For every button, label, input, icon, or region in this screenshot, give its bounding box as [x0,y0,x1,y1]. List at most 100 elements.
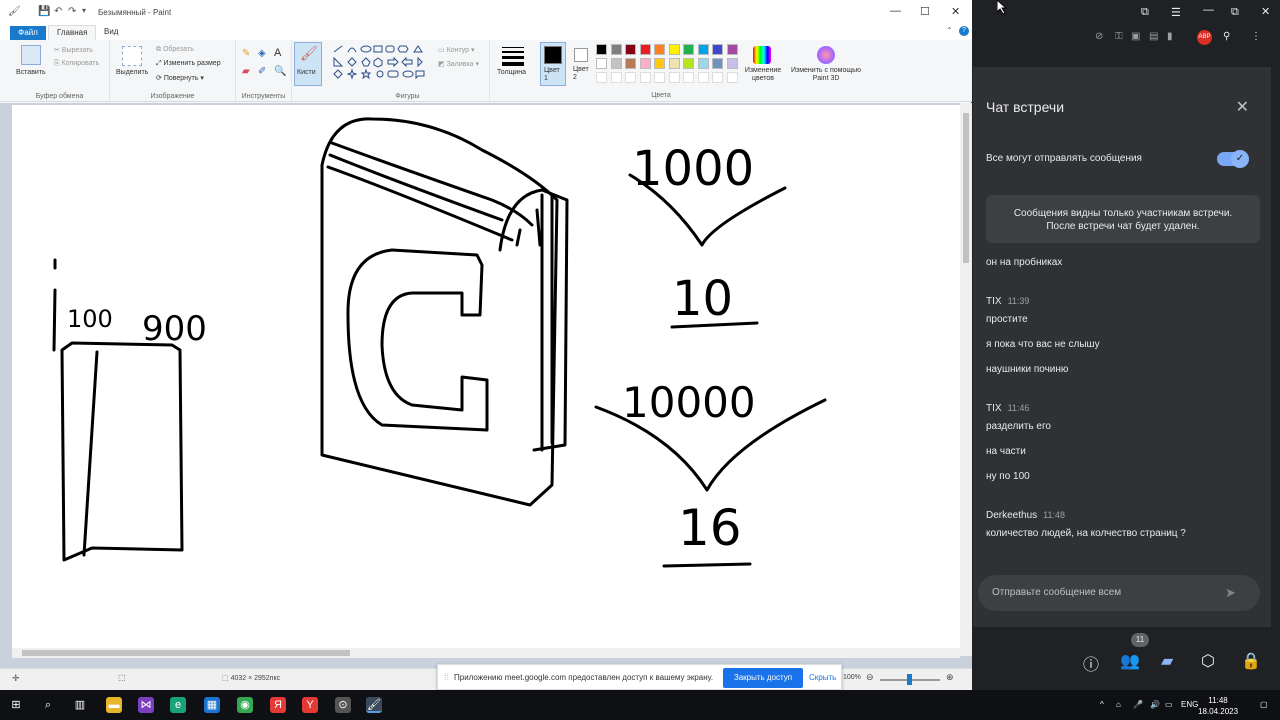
task-view-icon[interactable]: ▥ [72,697,88,713]
zoom-in-icon[interactable]: ⊕ [946,672,954,683]
custom-swatch[interactable] [639,72,651,83]
edit-colors-button[interactable]: Изменение цветов [742,44,784,88]
save-icon[interactable]: 💾 [38,6,50,17]
chrome-icon[interactable]: ◉ [237,697,253,713]
custom-swatch[interactable] [697,72,709,83]
help-icon[interactable]: ? [959,26,969,36]
camera-icon[interactable]: ▣ [1131,31,1140,42]
palette-swatch[interactable] [712,44,723,55]
palette-swatch[interactable] [625,44,636,55]
custom-swatch[interactable] [683,72,694,83]
drag-handle-icon[interactable]: ⁞⁞ [444,672,449,682]
vertical-scroll-thumb[interactable] [963,113,969,263]
paste-icon[interactable] [21,45,41,65]
close-button[interactable]: ✕ [951,5,960,18]
edge-icon[interactable]: e [170,697,186,713]
redo-icon[interactable]: ↷ [68,6,76,17]
palette-swatch[interactable] [625,58,636,69]
allow-messages-toggle[interactable]: ✓ [1217,150,1249,168]
palette-swatch[interactable] [654,44,665,55]
palette-swatch[interactable] [668,44,680,55]
tab-home[interactable]: Главная [48,25,97,40]
tab-file[interactable]: Файл [10,26,46,40]
rotate-button[interactable]: ⟳ Повернуть ▾ [156,74,204,82]
text-icon[interactable]: A [274,47,281,59]
custom-swatch[interactable] [654,72,665,83]
horizontal-scroll-thumb[interactable] [22,650,350,656]
undo-icon[interactable]: ↶ [54,6,62,17]
custom-swatch[interactable] [610,72,622,83]
color2-button[interactable]: Цвет 2 [570,42,596,86]
palette-swatch[interactable] [596,44,607,55]
palette-swatch[interactable] [610,44,622,55]
palette-swatch[interactable] [726,44,738,55]
minimize-browser-icon[interactable]: — [1203,4,1214,16]
comment-icon[interactable]: ▤ [1149,31,1158,42]
people-icon[interactable]: 👥 [1120,651,1140,671]
search-icon[interactable]: ⌕ [40,697,56,713]
display-icon[interactable]: ▭ [1165,700,1173,709]
store-icon[interactable]: ▦ [204,697,220,713]
palette-swatch[interactable] [654,58,665,69]
color1-button[interactable]: Цвет 1 [540,42,566,86]
pencil-icon[interactable]: ✎ [242,48,250,59]
palette-swatch[interactable] [610,58,622,69]
zoom-out-icon[interactable]: ⊖ [866,672,874,683]
send-icon[interactable]: ➤ [1225,585,1236,601]
bookmark-icon[interactable]: ▮ [1167,31,1173,42]
lens-icon[interactable]: ⊘ [1095,31,1103,42]
hide-button[interactable]: Скрыть [809,673,836,682]
resize-button[interactable]: ⤢ Изменить размер [156,60,221,68]
palette-swatch[interactable] [697,58,709,69]
fill-button[interactable]: ◩ Заливка ▾ [438,60,479,68]
more-icon[interactable]: ⋮ [1251,31,1261,42]
collapse-ribbon-icon[interactable]: ⌃ [946,26,953,35]
restore-browser-icon[interactable]: ⧉ [1141,6,1149,19]
adblock-icon[interactable]: ABP [1197,30,1212,45]
color-picker-icon[interactable]: ✐ [258,66,266,77]
palette-swatch[interactable] [639,44,651,55]
microphone-icon[interactable]: 🎤 [1133,700,1143,709]
stop-sharing-button[interactable]: Закрыть доступ [723,668,803,688]
palette-swatch[interactable] [726,58,738,69]
yandex-browser-icon[interactable]: Y [302,697,318,713]
activities-icon[interactable]: ⬡ [1201,651,1215,671]
extensions-icon[interactable]: ⚲ [1223,31,1230,42]
shapes-gallery[interactable] [330,44,430,84]
paint-taskbar-icon[interactable]: 🖌 [366,697,382,713]
menu-icon[interactable]: ☰ [1171,6,1181,19]
drawing-canvas[interactable]: 100 900 1000 10 10000 16 [12,105,960,657]
palette-swatch[interactable] [683,58,694,69]
vertical-scrollbar[interactable] [960,103,972,656]
outline-button[interactable]: ▭ Контур ▾ [438,46,474,54]
close-chat-icon[interactable]: ✕ [1236,97,1249,117]
maximize-button[interactable]: ☐ [920,5,930,18]
steam-icon[interactable]: ⊙ [335,697,351,713]
horizontal-scrollbar[interactable] [12,648,960,658]
palette-swatch[interactable] [668,58,680,69]
paint3d-button[interactable]: Изменить с помощью Paint 3D [790,44,862,88]
file-explorer-icon[interactable]: ▬ [106,697,122,713]
chat-icon[interactable]: ▰ [1161,651,1173,671]
notifications-icon[interactable]: ▢ [1260,700,1268,709]
brushes-button[interactable]: 🖌 Кисти [294,42,322,86]
zoom-slider-thumb[interactable] [907,674,912,685]
cut-button[interactable]: ✂ Вырезать [54,46,93,54]
fill-icon[interactable]: ◈ [258,48,266,59]
palette-swatch[interactable] [683,44,694,55]
host-controls-icon[interactable]: 🔒 [1241,651,1261,671]
custom-swatch[interactable] [625,72,636,83]
tray-overflow-icon[interactable]: ^ [1100,700,1104,709]
palette-swatch[interactable] [596,58,607,69]
palette-swatch[interactable] [712,58,723,69]
yandex-icon[interactable]: Я [270,697,286,713]
custom-swatch[interactable] [668,72,680,83]
key-icon[interactable]: ⚿ [1115,31,1123,42]
copy-button[interactable]: ⎘ Копировать [54,60,99,68]
custom-swatch[interactable] [712,72,723,83]
palette-swatch[interactable] [697,44,709,55]
info-icon[interactable]: ⓘ [1083,651,1099,675]
select-icon[interactable] [122,46,142,66]
eraser-icon[interactable]: ▰ [242,66,250,77]
visual-studio-icon[interactable]: ⋈ [138,697,154,713]
